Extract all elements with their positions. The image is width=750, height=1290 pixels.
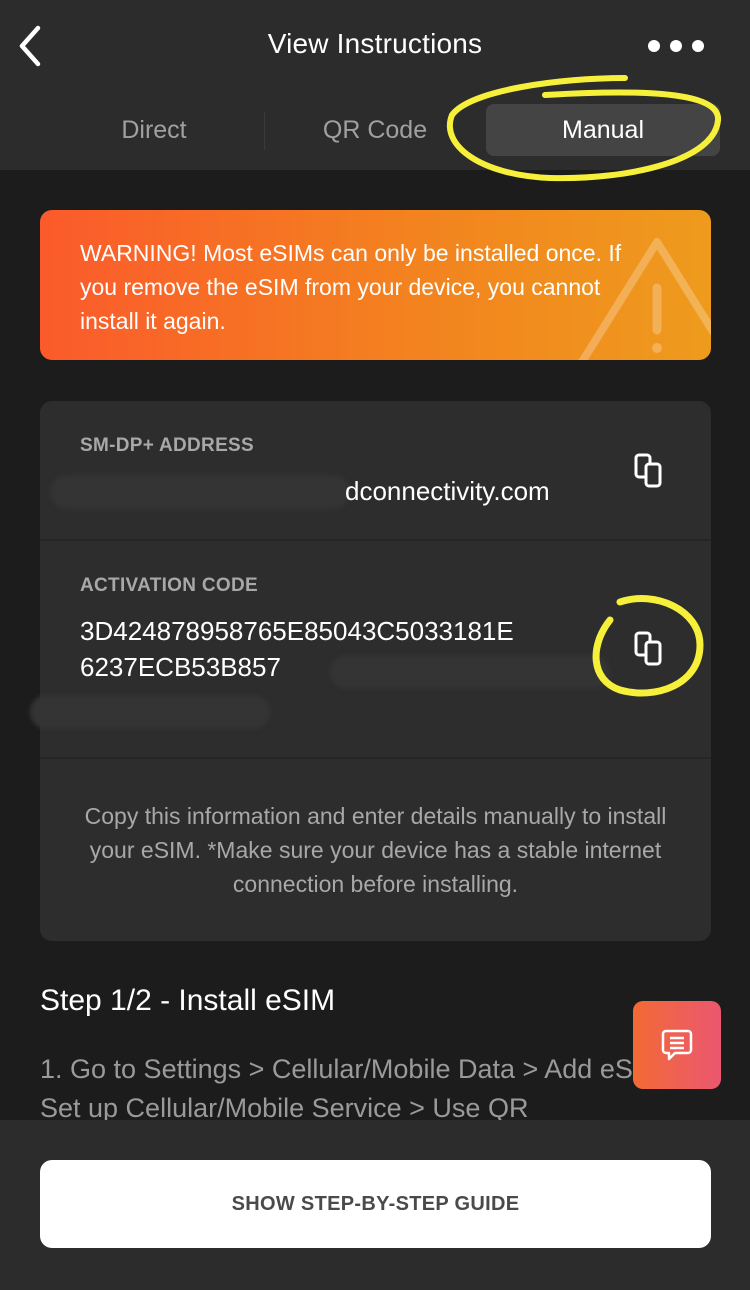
step-title: Step 1/2 - Install eSIM [40,984,336,1017]
activation-line-2[interactable]: 6237ECB53B857 [80,649,281,685]
show-guide-button[interactable]: SHOW STEP-BY-STEP GUIDE [40,1160,711,1248]
row-divider [40,757,711,759]
smdp-value[interactable]: dconnectivity.com [345,473,550,509]
tab-direct[interactable]: Direct [44,104,264,156]
warning-triangle-icon [578,238,711,360]
copy-icon[interactable] [634,453,666,489]
install-method-tabs: Direct QR Code Manual [44,104,720,156]
row-divider [40,539,711,541]
more-dot-icon [670,40,682,52]
warning-text: WARNING! Most eSIMs can only be installe… [80,240,622,334]
redaction [30,695,270,729]
step-instructions: 1. Go to Settings > Cellular/Mobile Data… [40,1054,695,1123]
top-bar: View Instructions Direct QR Code Manual [0,0,750,170]
activation-line-1[interactable]: 3D424878958765E85043C5033181E [80,613,514,649]
esim-details-card: SM-DP+ ADDRESS dconnectivity.com ACTIVAT… [30,401,711,941]
chat-support-button[interactable] [633,1001,721,1089]
bottom-bar: SHOW STEP-BY-STEP GUIDE [0,1120,750,1290]
page-title: View Instructions [267,28,483,59]
copy-icon[interactable] [634,631,666,667]
redaction [330,655,610,689]
tab-qr-code[interactable]: QR Code [264,104,486,156]
redaction [50,475,350,509]
more-options-button[interactable] [648,34,704,58]
activation-label: ACTIVATION CODE [80,575,258,596]
warning-banner: WARNING! Most eSIMs can only be installe… [40,210,711,360]
chat-icon [661,1029,693,1061]
smdp-label: SM-DP+ ADDRESS [80,435,254,456]
more-dot-icon [692,40,704,52]
manual-install-hint: Copy this information and enter details … [84,803,667,897]
more-dot-icon [648,40,660,52]
tab-manual[interactable]: Manual [486,104,720,156]
